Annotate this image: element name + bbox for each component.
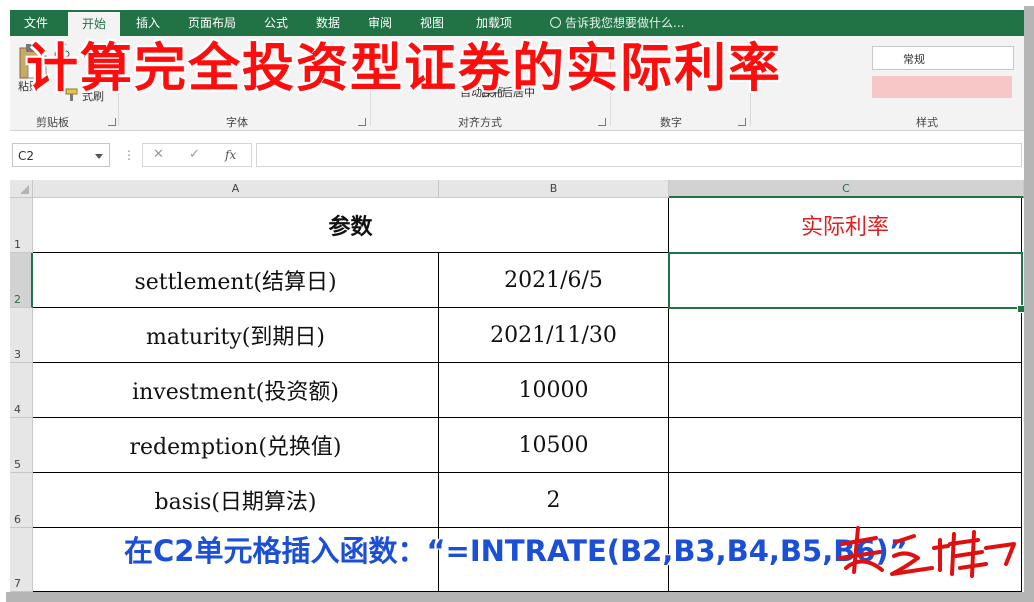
cell-b4[interactable]: 10000 <box>439 363 669 418</box>
formula-buttons: ✕ ✓ fx <box>142 143 252 167</box>
cell-c3[interactable] <box>669 308 1022 363</box>
cell-a5[interactable]: redemption(兑换值) <box>33 418 439 473</box>
number-launcher-icon[interactable] <box>738 118 746 126</box>
active-cell-selection <box>668 252 1023 309</box>
check-icon[interactable]: ✓ <box>189 144 200 166</box>
cell-c5[interactable] <box>669 418 1022 473</box>
tab-file[interactable]: 文件 <box>10 10 62 36</box>
tab-review[interactable]: 审阅 <box>358 10 402 36</box>
group-label-number: 数字 <box>660 116 682 129</box>
ribbon-tab-bar: 文件 开始 插入 页面布局 公式 数据 审阅 视图 加载项 告诉我您想要做什么.… <box>10 10 1024 36</box>
tell-me-text: 告诉我您想要做什么... <box>565 16 685 30</box>
cancel-icon[interactable]: ✕ <box>153 144 164 166</box>
tab-insert[interactable]: 插入 <box>126 10 170 36</box>
clipboard-launcher-icon[interactable] <box>108 118 116 126</box>
window-shadow-right <box>1024 6 1034 602</box>
tab-data[interactable]: 数据 <box>306 10 350 36</box>
cell-a2[interactable]: settlement(结算日) <box>33 253 439 308</box>
cell-a1-parameter-header[interactable]: 参数 <box>33 198 669 253</box>
cell-b2[interactable]: 2021/6/5 <box>439 253 669 308</box>
group-label-styles: 样式 <box>916 116 938 129</box>
cell-b6[interactable]: 2 <box>439 473 669 528</box>
cell-c4[interactable] <box>669 363 1022 418</box>
formula-input[interactable] <box>256 143 1022 167</box>
tab-page-layout[interactable]: 页面布局 <box>178 10 246 36</box>
cell-b5[interactable]: 10500 <box>439 418 669 473</box>
column-header-b[interactable]: B <box>439 180 669 198</box>
name-box-value: C2 <box>18 149 35 163</box>
cell-c6[interactable] <box>669 473 1022 528</box>
cell-b3[interactable]: 2021/11/30 <box>439 308 669 363</box>
cell-c1-result-header[interactable]: 实际利率 <box>669 198 1022 253</box>
cell-a3[interactable]: maturity(到期日) <box>33 308 439 363</box>
font-launcher-icon[interactable] <box>358 118 366 126</box>
tab-view[interactable]: 视图 <box>410 10 454 36</box>
row-header-3[interactable]: 3 <box>10 308 33 363</box>
group-label-clipboard: 剪贴板 <box>36 116 69 129</box>
row-header-1[interactable]: 1 <box>10 198 33 253</box>
lightbulb-icon <box>550 17 561 28</box>
insert-function-icon[interactable]: fx <box>225 144 236 166</box>
fill-handle[interactable] <box>1017 305 1024 313</box>
row-header-7[interactable]: 7 <box>10 528 33 592</box>
signature-icon <box>838 526 1016 578</box>
column-header-c[interactable]: C <box>669 180 1024 198</box>
excel-window: 文件 开始 插入 页面布局 公式 数据 审阅 视图 加载项 告诉我您想要做什么.… <box>0 0 1024 592</box>
row-header-5[interactable]: 5 <box>10 418 33 473</box>
row-header-2[interactable]: 2 <box>10 253 33 308</box>
alignment-launcher-icon[interactable] <box>598 118 606 126</box>
select-all-triangle-icon <box>20 185 29 194</box>
tab-home[interactable]: 开始 <box>68 12 120 36</box>
formula-bar: C2 ⋮ ✕ ✓ fx <box>10 131 1024 179</box>
tab-formulas[interactable]: 公式 <box>254 10 298 36</box>
name-box[interactable]: C2 <box>12 143 110 167</box>
column-header-a[interactable]: A <box>33 180 439 198</box>
tell-me-search[interactable]: 告诉我您想要做什么... <box>550 10 684 36</box>
group-label-alignment: 对齐方式 <box>458 116 502 129</box>
cell-a6[interactable]: basis(日期算法) <box>33 473 439 528</box>
instruction-caption: 在C2单元格插入函数：“=INTRATE(B2,B3,B4,B5,B6)” <box>124 534 908 568</box>
vertical-dots-icon[interactable]: ⋮ <box>123 143 135 167</box>
window-shadow-bottom <box>6 592 1034 602</box>
tab-addins[interactable]: 加载项 <box>464 10 524 36</box>
cell-a4[interactable]: investment(投资额) <box>33 363 439 418</box>
group-label-font: 字体 <box>226 116 248 129</box>
chevron-down-icon[interactable] <box>95 154 103 159</box>
row-header-4[interactable]: 4 <box>10 363 33 418</box>
select-all-corner[interactable] <box>10 180 33 198</box>
row-header-6[interactable]: 6 <box>10 473 33 528</box>
overlay-title: 计算完全投资型证券的实际利率 <box>26 39 783 99</box>
